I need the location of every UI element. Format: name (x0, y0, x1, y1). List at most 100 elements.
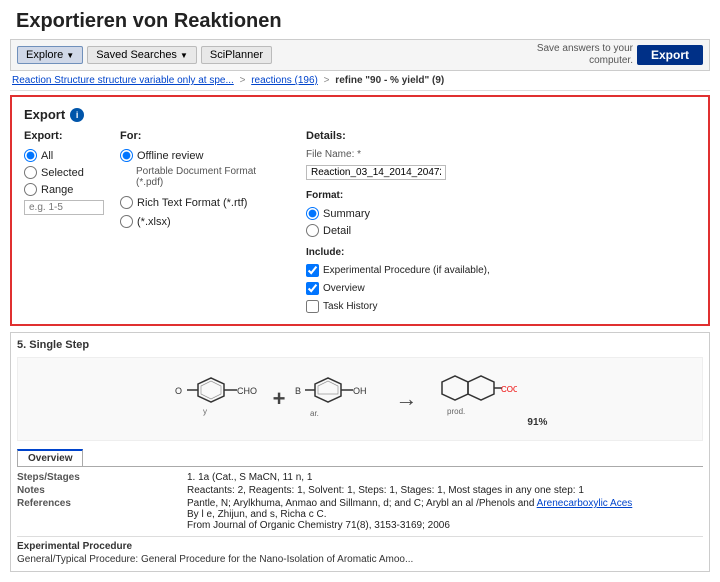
include-label: Include: (306, 247, 490, 258)
references-label: References (17, 497, 187, 532)
page-title: Exportieren von Reaktionen (16, 10, 704, 33)
export-selected-radio[interactable] (24, 166, 37, 179)
xlsx-label: (*.xlsx) (137, 216, 171, 228)
export-dialog: Export i Export: All Selected Range (10, 95, 710, 326)
tabs-row: Overview (17, 449, 703, 467)
product-svg: COOH prod. (427, 364, 517, 434)
explore-chevron-icon: ▼ (66, 51, 74, 60)
reaction-arrow-icon: → (395, 386, 417, 412)
saved-searches-chevron-icon: ▼ (180, 51, 188, 60)
xlsx-option[interactable]: (*.xlsx) (120, 215, 290, 228)
offline-review-radio[interactable] (120, 149, 133, 162)
include-exp-proc-checkbox[interactable] (306, 264, 319, 277)
ref-author2: By l e, Zhijun, and s, Richa c C. (187, 509, 327, 520)
format-detail-option[interactable]: Detail (306, 224, 490, 237)
export-all-radio[interactable] (24, 149, 37, 162)
notes-label: Notes (17, 484, 187, 497)
rtf-radio[interactable] (120, 196, 133, 209)
file-name-label: File Name: * (306, 149, 490, 160)
svg-text:y: y (203, 407, 207, 416)
export-col-title: Export: (24, 130, 104, 142)
main-content: Explore ▼ Saved Searches ▼ SciPlanner Sa… (0, 39, 720, 582)
explore-label: Explore (26, 49, 63, 61)
breadcrumb-part1[interactable]: Reaction Structure structure variable on… (12, 75, 234, 86)
include-overview-label: Overview (323, 283, 365, 294)
explore-button[interactable]: Explore ▼ (17, 46, 83, 64)
plus-operator: + (273, 386, 286, 412)
steps-stages-value: 1. 1a (Cat., S MaCN, 11 n, 1 (187, 471, 703, 484)
include-overview-option[interactable]: Overview (306, 282, 490, 295)
export-range-label: Range (41, 184, 73, 196)
scifinder-label: SciPlanner (210, 49, 263, 61)
breadcrumb-sep2: > (324, 75, 330, 86)
offline-review-option[interactable]: Offline review (120, 149, 290, 162)
export-options-col: Export: All Selected Range (24, 130, 104, 314)
range-input[interactable] (24, 200, 104, 215)
include-task-history-option[interactable]: Task History (306, 300, 490, 313)
rtf-label: Rich Text Format (*.rtf) (137, 197, 247, 209)
ref-link[interactable]: Arenecarboxylic Aces (537, 498, 633, 509)
svg-text:CHO: CHO (237, 386, 257, 396)
svg-text:ar.: ar. (310, 409, 319, 418)
format-summary-label: Summary (323, 208, 370, 220)
references-value: Pantle, N; Arylkhuma, Anmao and Sillmann… (187, 497, 703, 532)
molecule-1-svg: CHO O y (173, 364, 263, 434)
svg-text:B: B (295, 386, 301, 396)
svg-text:OH: OH (353, 386, 367, 396)
svg-text:prod.: prod. (447, 407, 465, 416)
save-hint-text: Save answers to your computer. (513, 43, 633, 67)
export-for-col: For: Offline review Portable Document Fo… (120, 130, 290, 314)
exp-procedure-label: Experimental Procedure (17, 536, 703, 552)
file-name-input[interactable] (306, 165, 446, 180)
export-details-col: Details: File Name: * Format: Summary De… (306, 130, 490, 314)
reaction-card: 5. Single Step CHO O y + (10, 332, 710, 572)
export-button[interactable]: Export (637, 45, 703, 65)
include-task-history-label: Task History (323, 301, 377, 312)
export-range-radio[interactable] (24, 183, 37, 196)
data-table: Steps/Stages 1. 1a (Cat., S MaCN, 11 n, … (17, 471, 703, 532)
export-range-option[interactable]: Range (24, 183, 104, 196)
breadcrumb-part3: refine "90 - % yield" (9) (335, 75, 444, 86)
export-all-label: All (41, 150, 53, 162)
export-selected-label: Selected (41, 167, 84, 179)
reaction-diagram: CHO O y + B OH ar. → (17, 357, 703, 441)
saved-searches-button[interactable]: Saved Searches ▼ (87, 46, 197, 64)
breadcrumb: Reaction Structure structure variable on… (10, 73, 710, 91)
details-col-title: Details: (306, 130, 490, 142)
pdf-sublabel: Portable Document Format(*.pdf) (136, 166, 290, 188)
export-selected-option[interactable]: Selected (24, 166, 104, 179)
breadcrumb-part2[interactable]: reactions (196) (251, 75, 318, 86)
include-exp-proc-option[interactable]: Experimental Procedure (if available), (306, 264, 490, 277)
format-label: Format: (306, 190, 490, 201)
export-title-text: Export (24, 107, 65, 122)
include-exp-proc-label: Experimental Procedure (if available), (323, 265, 490, 276)
offline-review-label: Offline review (137, 150, 203, 162)
svg-text:COOH: COOH (501, 385, 517, 394)
export-dialog-title: Export i (24, 107, 696, 122)
scifinder-button[interactable]: SciPlanner (201, 46, 272, 64)
info-icon[interactable]: i (70, 108, 84, 122)
toolbar: Explore ▼ Saved Searches ▼ SciPlanner Sa… (10, 39, 710, 71)
format-summary-option[interactable]: Summary (306, 207, 490, 220)
saved-searches-label: Saved Searches (96, 49, 177, 61)
ref-journal: From Journal of Organic Chemistry 71(8),… (187, 520, 450, 531)
yield-label: 91% (527, 417, 547, 434)
breadcrumb-sep1: > (240, 75, 246, 86)
reaction-card-title: 5. Single Step (17, 339, 703, 351)
format-summary-radio[interactable] (306, 207, 319, 220)
include-overview-checkbox[interactable] (306, 282, 319, 295)
ref-author: Pantle, N; Arylkhuma, Anmao and Sillmann… (187, 498, 537, 509)
include-task-history-checkbox[interactable] (306, 300, 319, 313)
xlsx-radio[interactable] (120, 215, 133, 228)
rtf-option[interactable]: Rich Text Format (*.rtf) (120, 196, 290, 209)
format-detail-radio[interactable] (306, 224, 319, 237)
export-all-option[interactable]: All (24, 149, 104, 162)
exp-procedure-value: General/Typical Procedure: General Proce… (17, 554, 703, 565)
format-detail-label: Detail (323, 225, 351, 237)
overview-tab[interactable]: Overview (17, 449, 83, 466)
page-title-bar: Exportieren von Reaktionen (0, 0, 720, 39)
svg-text:O: O (175, 386, 182, 396)
export-for-col-title: For: (120, 130, 290, 142)
steps-stages-label: Steps/Stages (17, 471, 187, 484)
export-columns: Export: All Selected Range For: (24, 130, 696, 314)
